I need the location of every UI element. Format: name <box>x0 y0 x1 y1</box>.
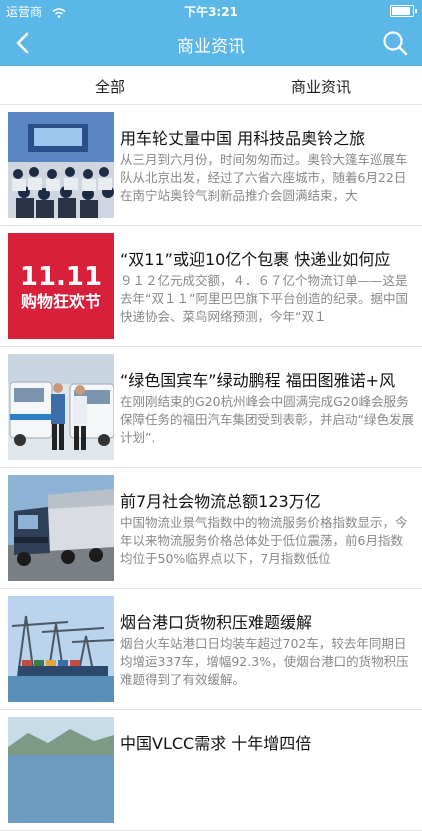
double11-logo-subtext: 购物狂欢节 <box>21 292 101 311</box>
search-icon[interactable] <box>382 30 408 56</box>
article-summary <box>120 756 414 810</box>
clock: 下午3:21 <box>184 5 238 19</box>
tab-business-news[interactable]: 商业资讯 <box>291 76 351 97</box>
article-thumbnail <box>8 717 114 823</box>
status-bar: 运营商 下午3:21 <box>0 0 422 20</box>
article-title: “双11”或迎10亿个包裹 快递业如何应 <box>120 250 391 269</box>
tab-all[interactable]: 全部 <box>95 76 125 97</box>
double11-logo-text: 11.11 <box>20 262 102 292</box>
article-summary: 烟台火车站港口日均装车超过702车，较去年同期日均增运337车，增幅92.3%，… <box>120 636 409 687</box>
article-list: 用车轮丈量中国 用科技品奥铃之旅 从三月到六月份，时间匆匆而过。奥铃大篷车巡展车… <box>0 105 422 831</box>
article-summary: 从三月到六月份，时间匆匆而过。奥铃大篷车巡展车队从北京出发，经过了六省六座城市，… <box>120 152 408 203</box>
article-thumbnail: 11.11 购物狂欢节 <box>8 233 114 339</box>
article-summary: 中国物流业景气指数中的物流服务价格指数显示，今年以来物流服务价格总体处于低位震荡… <box>120 515 408 566</box>
article-thumbnail <box>8 596 114 702</box>
article-title: 烟台港口货物积压难题缓解 <box>120 613 313 632</box>
list-item[interactable]: 烟台港口货物积压难题缓解 烟台火车站港口日均装车超过702车，较去年同期日均增运… <box>0 589 422 710</box>
article-summary: ９１２亿元成交额，４．６７亿个物流订单——这是去年“双１１”阿里巴巴旗下平台创造… <box>120 273 408 324</box>
list-item[interactable]: 中国VLCC需求 十年增四倍 <box>0 710 422 831</box>
article-thumbnail <box>8 112 114 218</box>
article-title: “绿色国宾车”绿动鹏程 福田图雅诺+风 <box>120 371 396 390</box>
article-thumbnail <box>8 475 114 581</box>
list-item[interactable]: 前7月社会物流总额123万亿 中国物流业景气指数中的物流服务价格指数显示，今年以… <box>0 468 422 589</box>
article-title: 中国VLCC需求 十年增四倍 <box>120 734 312 753</box>
battery-icon <box>390 5 417 17</box>
list-item[interactable]: “绿色国宾车”绿动鹏程 福田图雅诺+风 在刚刚结束的G20杭州峰会中圆满完成G2… <box>0 347 422 468</box>
category-tabs: 全部 商业资讯 <box>0 66 422 105</box>
list-item[interactable]: 用车轮丈量中国 用科技品奥铃之旅 从三月到六月份，时间匆匆而过。奥铃大篷车巡展车… <box>0 105 422 226</box>
article-thumbnail <box>8 354 114 460</box>
article-summary: 在刚刚结束的G20杭州峰会中圆满完成G20峰会服务保障任务的福田汽车集团受到表彰… <box>120 394 414 445</box>
nav-bar: 商业资讯 <box>0 20 422 66</box>
page-title: 商业资讯 <box>177 37 245 57</box>
list-item[interactable]: 11.11 购物狂欢节 “双11”或迎10亿个包裹 快递业如何应 ９１２亿元成交… <box>0 226 422 347</box>
article-title: 前7月社会物流总额123万亿 <box>120 492 321 511</box>
article-title: 用车轮丈量中国 用科技品奥铃之旅 <box>120 129 366 148</box>
